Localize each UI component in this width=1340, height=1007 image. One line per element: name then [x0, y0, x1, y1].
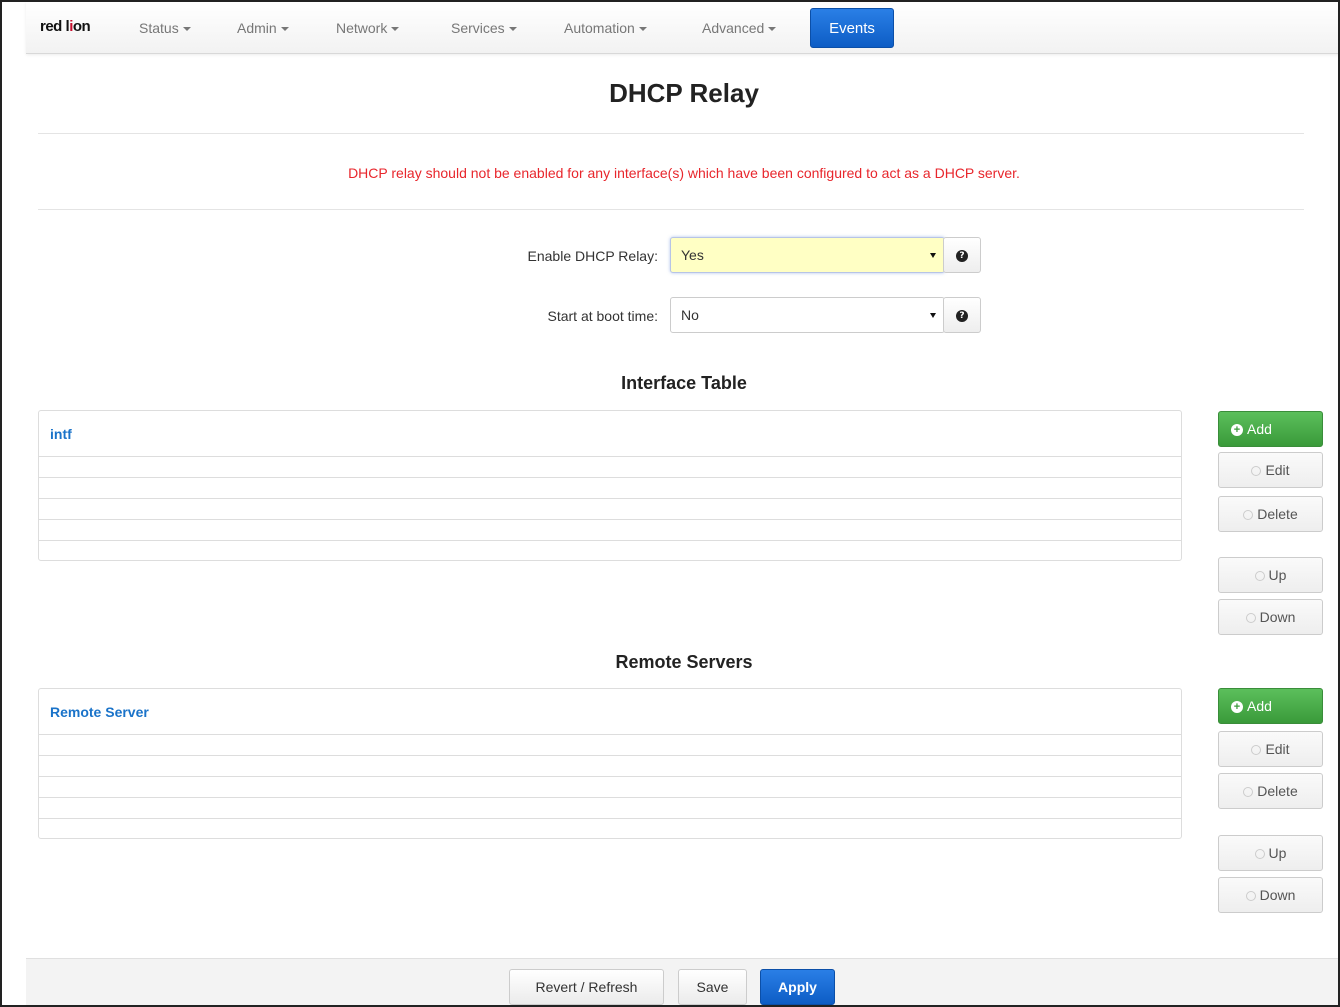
- plus-circle-icon: +: [1231, 424, 1243, 437]
- chevron-down-icon: [638, 27, 647, 32]
- interface-table-title: Interface Table: [621, 373, 747, 393]
- dropdown-arrow-icon: [930, 253, 936, 258]
- remote-down-label: Down: [1259, 887, 1296, 903]
- nav-status[interactable]: Status: [139, 16, 191, 40]
- apply-button[interactable]: Apply: [760, 969, 835, 1005]
- nav-services[interactable]: Services: [451, 16, 517, 40]
- page-title: DHCP Relay: [609, 78, 759, 108]
- enable-help-button[interactable]: ?: [943, 237, 981, 273]
- app-frame: red lion Status Admin Network Services A…: [0, 0, 1340, 1007]
- interface-add-label: Add: [1247, 421, 1272, 437]
- logo-text-lion: on: [72, 18, 91, 35]
- plus-circle-icon: +: [1231, 701, 1243, 714]
- pencil-icon: [1251, 745, 1262, 756]
- remote-edit-label: Edit: [1265, 741, 1290, 757]
- minus-circle-icon: [1243, 510, 1254, 521]
- table-row[interactable]: [39, 478, 1181, 499]
- interface-column-header[interactable]: intf: [39, 411, 1181, 457]
- table-row[interactable]: [39, 819, 1181, 840]
- interface-up-label: Up: [1268, 567, 1287, 583]
- chevron-down-icon: [768, 27, 777, 32]
- nav-services-label: Services: [451, 20, 505, 36]
- table-row[interactable]: [39, 499, 1181, 520]
- remote-servers-title: Remote Servers: [615, 652, 753, 672]
- remote-server-column-header[interactable]: Remote Server: [39, 689, 1181, 735]
- interface-down-button[interactable]: Down: [1218, 599, 1323, 635]
- chevron-down-icon: [391, 27, 400, 32]
- nav-advanced-label: Advanced: [702, 20, 765, 36]
- revert-refresh-button[interactable]: Revert / Refresh: [509, 969, 664, 1005]
- arrow-up-icon: [1254, 849, 1265, 860]
- nav-status-label: Status: [139, 20, 179, 36]
- table-row[interactable]: [39, 520, 1181, 541]
- nav-automation[interactable]: Automation: [564, 16, 647, 40]
- remote-up-button[interactable]: Up: [1218, 835, 1323, 871]
- interface-up-button[interactable]: Up: [1218, 557, 1323, 593]
- interface-add-button[interactable]: + Add: [1218, 411, 1323, 447]
- table-row[interactable]: [39, 756, 1181, 777]
- chevron-down-icon: [508, 27, 517, 32]
- minus-circle-icon: [1243, 787, 1254, 798]
- interface-delete-button[interactable]: Delete: [1218, 496, 1323, 532]
- remote-delete-label: Delete: [1257, 783, 1298, 799]
- question-circle-icon: ?: [956, 310, 968, 323]
- boot-help-button[interactable]: ?: [943, 297, 981, 333]
- start-at-boot-value: No: [681, 307, 699, 323]
- pencil-icon: [1251, 466, 1262, 477]
- remote-edit-button[interactable]: Edit: [1218, 731, 1323, 767]
- nav-network[interactable]: Network: [336, 16, 400, 40]
- start-at-boot-select[interactable]: No: [670, 297, 945, 333]
- nav-automation-label: Automation: [564, 20, 635, 36]
- enable-dhcp-relay-select[interactable]: Yes: [670, 237, 945, 273]
- table-row[interactable]: [39, 798, 1181, 819]
- warning-message: DHCP relay should not be enabled for any…: [348, 165, 1020, 181]
- remote-up-label: Up: [1268, 845, 1287, 861]
- table-row[interactable]: [39, 541, 1181, 562]
- logo-text-red: red l: [40, 18, 70, 35]
- interface-delete-label: Delete: [1257, 506, 1298, 522]
- remote-down-button[interactable]: Down: [1218, 877, 1323, 913]
- table-row[interactable]: [39, 777, 1181, 798]
- enable-dhcp-relay-label: Enable DHCP Relay:: [527, 248, 658, 264]
- divider: [38, 133, 1304, 134]
- arrow-down-icon: [1245, 891, 1256, 902]
- arrow-up-icon: [1254, 571, 1265, 582]
- interface-edit-button[interactable]: Edit: [1218, 452, 1323, 488]
- nav-admin[interactable]: Admin: [237, 16, 289, 40]
- nav-advanced[interactable]: Advanced: [702, 16, 777, 40]
- remote-delete-button[interactable]: Delete: [1218, 773, 1323, 809]
- divider: [38, 209, 1304, 210]
- arrow-down-icon: [1245, 613, 1256, 624]
- table-row[interactable]: [39, 457, 1181, 478]
- start-at-boot-label: Start at boot time:: [547, 308, 659, 324]
- remote-add-button[interactable]: + Add: [1218, 688, 1323, 724]
- interface-edit-label: Edit: [1265, 462, 1290, 478]
- top-navbar: red lion Status Admin Network Services A…: [26, 2, 1338, 54]
- nav-events-button[interactable]: Events: [810, 8, 894, 48]
- nav-network-label: Network: [336, 20, 388, 36]
- interface-table: intf: [38, 410, 1182, 561]
- remote-servers-table: Remote Server: [38, 688, 1182, 839]
- chevron-down-icon: [280, 27, 289, 32]
- dropdown-arrow-icon: [930, 313, 936, 318]
- interface-down-label: Down: [1259, 609, 1296, 625]
- save-button[interactable]: Save: [678, 969, 747, 1005]
- remote-add-label: Add: [1247, 698, 1272, 714]
- table-row[interactable]: [39, 735, 1181, 756]
- enable-dhcp-relay-value: Yes: [681, 247, 704, 263]
- red-lion-logo[interactable]: red lion: [40, 18, 91, 35]
- chevron-down-icon: [182, 27, 191, 32]
- question-circle-icon: ?: [956, 250, 968, 263]
- nav-admin-label: Admin: [237, 20, 277, 36]
